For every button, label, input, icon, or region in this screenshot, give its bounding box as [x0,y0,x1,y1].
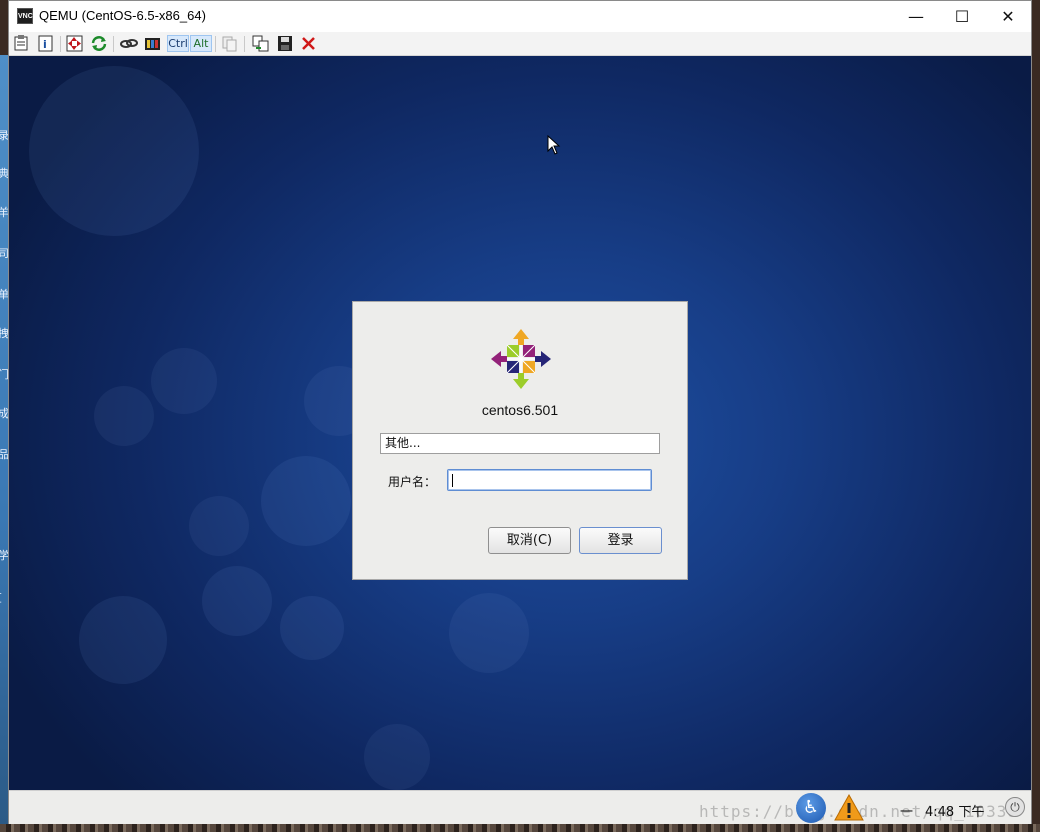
close-button[interactable]: ✕ [985,1,1031,32]
login-dialog: centos6.501 其他... 用户名： 取消(C) 登录 [352,301,688,580]
save-icon[interactable] [276,35,294,52]
desktop-char: [ [0,591,2,604]
weekday-indicator: 一 [900,805,914,820]
bokeh-light [364,724,430,790]
svg-text:i: i [43,38,47,51]
fullscreen-icon[interactable] [66,35,84,52]
copy-icon[interactable] [221,35,239,52]
maximize-button[interactable]: ☐ [939,1,985,32]
minimize-button[interactable]: — [893,1,939,32]
properties-icon[interactable] [13,35,31,52]
other-user-option[interactable]: 其他... [380,433,660,454]
bokeh-light [151,348,217,414]
clock[interactable]: 4:48 下午 [925,801,984,820]
title-bar[interactable]: VNC QEMU (CentOS-6.5-x86_64) — ☐ ✕ [9,1,1031,32]
login-button[interactable]: 登录 [579,527,662,554]
connect-icon[interactable] [120,35,138,52]
info-icon[interactable]: i [37,35,55,52]
screenshot-icon[interactable] [144,35,162,52]
vm-screen[interactable]: centos6.501 其他... 用户名： 取消(C) 登录 [9,56,1031,790]
refresh-icon[interactable] [90,35,108,52]
accessibility-icon[interactable]: ♿ [796,793,826,823]
alt-key-toggle[interactable]: Alt [190,35,212,52]
bokeh-light [449,593,529,673]
bokeh-light [280,596,344,660]
disconnect-icon[interactable] [300,35,318,52]
bokeh-light [29,66,199,236]
vnc-app-icon: VNC [17,8,33,24]
transfer-icon[interactable] [252,35,270,52]
bokeh-light [202,566,272,636]
window-title: QEMU (CentOS-6.5-x86_64) [39,8,206,23]
cancel-button[interactable]: 取消(C) [488,527,571,554]
centos-logo-icon [491,329,551,389]
bokeh-light [79,596,167,684]
toolbar-separator [244,36,245,52]
bokeh-light [94,386,154,446]
toolbar-separator [60,36,61,52]
host-name: centos6.501 [481,402,559,418]
ctrl-key-toggle[interactable]: Ctrl [167,35,189,52]
username-input[interactable] [447,469,652,491]
bokeh-light [189,496,249,556]
text-caret [452,474,453,487]
desktop-left-strip: 录 典 羊 司 单 拽 门 成 品 学 [ [0,55,9,825]
desktop-bottom-strip [0,824,1040,832]
qemu-window: VNC QEMU (CentOS-6.5-x86_64) — ☐ ✕ i Ctr… [8,0,1032,824]
bokeh-light [261,456,351,546]
toolbar-separator [215,36,216,52]
vm-panel: https://blog.csdn.net/qq_10338 ♿ 一 4:48 … [9,790,1031,824]
toolbar-separator [113,36,114,52]
warning-icon[interactable] [834,794,864,821]
power-icon[interactable]: ⏻ [1005,797,1025,817]
toolbar: i Ctrl Alt [9,32,1031,56]
username-label: 用户名： [388,475,437,489]
mouse-cursor-icon [547,135,561,155]
